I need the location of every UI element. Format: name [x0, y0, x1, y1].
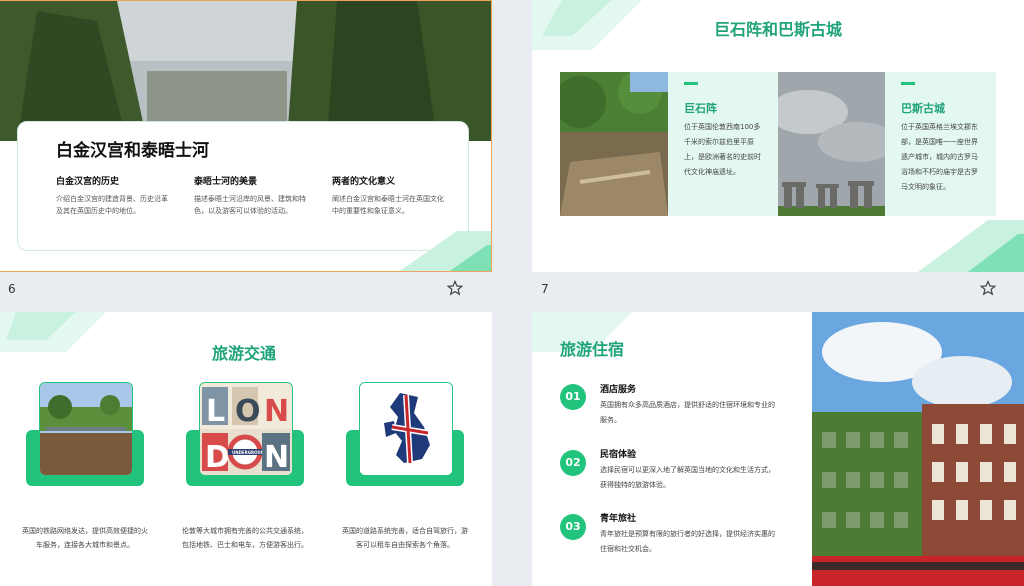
- slide-thumbnail-9[interactable]: 旅游住宿 01 酒店服务 英国拥有众多高品质酒店，提供舒适的住宿环境和专业的服务…: [532, 312, 1024, 586]
- london-letter: L: [206, 394, 225, 429]
- item-heading: 酒店服务: [600, 385, 637, 395]
- transit-label: 公共交通: [226, 491, 263, 501]
- driving-text: 英国的道路系统完善，适合自驾旅行，游客可以租车自由探索各个角落。: [342, 527, 468, 549]
- column-text: 阐述白金汉宫和泰晤士河在英国文化中的重要性和象征意义。: [332, 195, 444, 215]
- panel-heading: 巴斯古城: [901, 102, 945, 115]
- driving-label: 自驾旅行: [386, 491, 423, 501]
- column-text: 介绍白金汉宫的建造背景、历史沿革及其在英国历史中的地位。: [56, 195, 168, 215]
- column-heading: 白金汉宫的历史: [56, 177, 120, 187]
- column-culture: 两者的文化意义 阐述白金汉宫和泰晤士河在英国文化中的重要性和象征意义。: [332, 174, 444, 217]
- corner-decoration: [918, 220, 1024, 272]
- building-photo: [812, 312, 1024, 586]
- panel-heading: 巨石阵: [684, 102, 717, 115]
- bath-panel: 巴斯古城 位于英国英格兰埃文郡东部，是英国唯一一座世界遗产城市，城内的古罗马浴场…: [885, 72, 996, 216]
- railway-image: [39, 382, 133, 476]
- slide-number-7: 7: [541, 282, 549, 296]
- star-icon[interactable]: [980, 280, 996, 296]
- london-letter: O: [235, 394, 261, 429]
- item-heading: 青年旅社: [600, 514, 637, 524]
- london-letter: N: [264, 440, 289, 475]
- london-letter: D: [205, 440, 230, 475]
- slide-title: 旅游住宿: [560, 340, 625, 359]
- column-heading: 两者的文化意义: [332, 177, 396, 187]
- item-text: 英国拥有众多高品质酒店，提供舒适的住宿环境和专业的服务。: [600, 401, 775, 424]
- slide-title: 旅游交通: [211, 344, 276, 363]
- star-icon[interactable]: [447, 280, 463, 296]
- london-letter: N: [264, 394, 289, 429]
- step-number: 02: [560, 450, 586, 476]
- item-text: 青年旅社是预算有限的旅行者的好选择，提供经济实惠的住宿和社交机会。: [600, 530, 775, 553]
- column-scenery: 泰晤士河的美景 描述泰晤士河沿岸的风景、建筑和特色，以及游客可以体验的活动。: [194, 174, 306, 217]
- rail-text: 英国的铁路网络发达，提供高效便捷的火车服务，连接各大城市和景点。: [22, 527, 148, 549]
- step-number: 01: [560, 384, 586, 410]
- slide-title: 巨石阵和巴斯古城: [713, 20, 842, 39]
- transit-text: 伦敦等大城市拥有完善的公共交通系统，包括地铁、巴士和电车，方便游客出行。: [182, 527, 308, 549]
- slide-thumbnail-6[interactable]: 白金汉宫和泰晤士河 白金汉宫的历史 介绍白金汉宫的建造背景、历史沿革及其在英国历…: [0, 0, 492, 272]
- corner-decoration: [399, 231, 491, 271]
- stone-ruins-photo: [560, 72, 668, 216]
- stonehenge-photo: [778, 72, 885, 216]
- step-number: 03: [560, 514, 586, 540]
- slide-number-6: 6: [8, 282, 16, 296]
- slide-thumbnail-7[interactable]: 巨石阵和巴斯古城 巨石阵 位于英国伦敦西南100多千米的索尔兹伯里平原上，是欧洲…: [532, 0, 1024, 272]
- slide-thumbnail-8[interactable]: 旅游交通 铁路网络 英国的铁路网络发达，提供高效便捷的火车服务，连接各大城市和景…: [0, 312, 492, 586]
- trees-photo: [0, 1, 491, 141]
- column-heading: 泰晤士河的美景: [194, 177, 258, 187]
- rail-label: 铁路网络: [66, 491, 103, 501]
- column-text: 描述泰晤士河沿岸的风景、建筑和特色，以及游客可以体验的活动。: [194, 195, 306, 215]
- panel-text: 位于英国英格兰埃文郡东部，是英国唯一一座世界遗产城市，城内的古罗马浴场和不朽的庙…: [901, 123, 978, 191]
- slide-title: 白金汉宫和泰晤士河: [56, 141, 209, 161]
- panel-text: 位于英国伦敦西南100多千米的索尔兹伯里平原上，是欧洲著名的史前时代文化神庙遗址…: [684, 123, 761, 176]
- stonehenge-panel: 巨石阵 位于英国伦敦西南100多千米的索尔兹伯里平原上，是欧洲著名的史前时代文化…: [668, 72, 778, 216]
- accent-bar: [684, 82, 698, 85]
- uk-map-image: [359, 382, 453, 476]
- accent-bar: [901, 82, 915, 85]
- item-heading: 民宿体验: [600, 450, 637, 460]
- column-history: 白金汉宫的历史 介绍白金汉宫的建造背景、历史沿革及其在英国历史中的地位。: [56, 174, 168, 217]
- london-image: L O N D UNDERGROUND N: [199, 382, 293, 476]
- item-text: 选择民宿可以更深入地了解英国当地的文化和生活方式，获得独特的旅游体验。: [600, 466, 775, 489]
